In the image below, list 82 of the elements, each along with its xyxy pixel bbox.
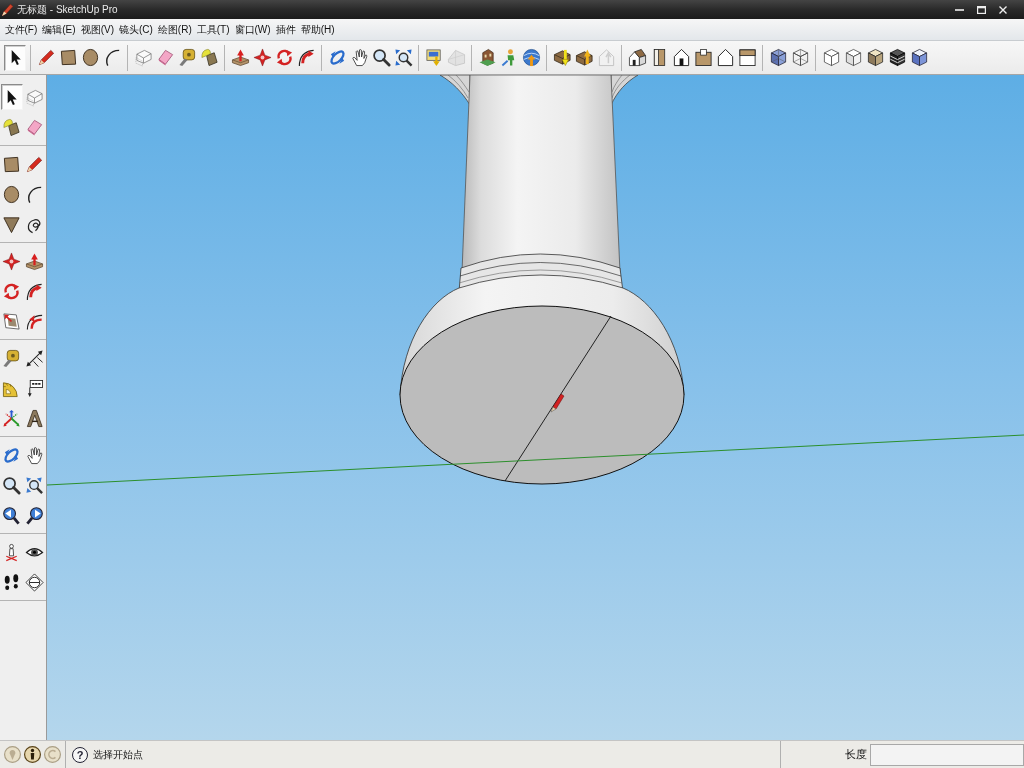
rotate-arrows-icon: [2, 281, 21, 301]
hand-icon: [25, 445, 44, 465]
box-down-arrow-icon: [552, 48, 572, 67]
circle-icon: [80, 48, 100, 67]
orbit-icon: [327, 48, 347, 67]
letter-a-icon: [25, 408, 44, 428]
minimize-icon: [954, 8, 964, 11]
paint-bucket-icon: [199, 48, 219, 67]
building-icon: [477, 48, 497, 67]
eraser-icon: [155, 48, 175, 67]
menu-item[interactable]: 插件: [273, 20, 299, 39]
cube-icon: [909, 48, 929, 67]
striped-cube-icon: [887, 48, 907, 67]
pencil-icon: [25, 154, 44, 174]
menu-item[interactable]: 窗口(W): [232, 20, 274, 39]
window-title: 无标题 - SketchUp Pro: [17, 2, 118, 17]
menu-item[interactable]: 视图(V): [78, 20, 117, 39]
outline-cube-icon: [821, 48, 841, 67]
push-pull-icon: [25, 251, 44, 271]
pencil-cursor-icon: [550, 393, 565, 413]
follow-me-icon: [25, 281, 44, 301]
help-button[interactable]: ?: [72, 746, 88, 763]
zoom-window-icon: [25, 475, 44, 495]
tape-measure-icon: [177, 48, 197, 67]
triangle-icon: [2, 214, 21, 234]
push-pull-icon: [230, 48, 250, 67]
paint-bucket-icon: [2, 117, 21, 137]
maximize-icon: [976, 5, 986, 14]
shaded-cube-icon: [843, 48, 863, 67]
text-label-icon: [25, 378, 44, 398]
dimension-arrows-icon: [25, 348, 44, 368]
axes-icon: [2, 408, 21, 428]
magnifier-right-arrow-icon: [25, 505, 44, 525]
status-hint: 选择开始点: [93, 747, 143, 762]
tape-measure-icon: [2, 348, 21, 368]
house-up-arrow-icon: [596, 48, 616, 67]
pin-circle-icon: [3, 746, 21, 763]
credits-button[interactable]: [22, 743, 42, 766]
component-box-icon: [133, 48, 153, 67]
footprints-icon: [2, 572, 21, 592]
eraser-icon: [25, 117, 44, 137]
pencil-logo-icon: [2, 3, 13, 16]
menu-item[interactable]: 帮助(H): [298, 20, 338, 39]
hand-icon: [349, 48, 369, 67]
zoom-icon: [2, 475, 21, 495]
arc-icon: [25, 184, 44, 204]
rotate-arrows-icon: [274, 48, 294, 67]
circle-icon: [2, 184, 21, 204]
map-down-arrow-icon: [424, 48, 444, 67]
select-tool-button[interactable]: [4, 44, 26, 71]
house-iso-icon: [627, 48, 647, 67]
zoom-icon: [371, 48, 391, 67]
arc-circle-icon: [43, 746, 61, 763]
menu-item[interactable]: 文件(F): [2, 20, 40, 39]
move-arrows-icon: [252, 48, 272, 67]
person-circle-icon: [23, 746, 41, 763]
wireframe-cube-icon: [790, 48, 810, 67]
measurement-label: 长度: [845, 747, 867, 762]
follow-me-icon: [296, 48, 316, 67]
terrain-icon: [446, 48, 466, 67]
magnifier-left-arrow-icon: [2, 505, 21, 525]
house-door-icon: [671, 48, 691, 67]
component-box-icon: [25, 87, 44, 107]
select-tool-button[interactable]: [0, 84, 23, 110]
scale-box-icon: [2, 311, 21, 331]
box-up-arrow-icon: [574, 48, 594, 67]
tan-cube-icon: [865, 48, 885, 67]
close-icon: [999, 5, 1007, 14]
menu-item[interactable]: 编辑(E): [39, 20, 79, 39]
house-outline-icon: [715, 48, 735, 67]
measurement-field[interactable]: [870, 743, 1024, 766]
menu-item[interactable]: 绘图(R): [155, 20, 195, 39]
orbit-icon: [2, 445, 21, 465]
move-arrows-icon: [2, 251, 21, 271]
section-marker-icon: [25, 572, 44, 592]
menu-item[interactable]: 镜头(C): [116, 20, 156, 39]
magnifier-arrows-icon: [393, 48, 413, 67]
menu-item[interactable]: 工具(T): [194, 20, 233, 39]
box-tab-icon: [693, 48, 713, 67]
box-band-icon: [737, 48, 757, 67]
pencil-icon: [36, 48, 56, 67]
translucent-cube-icon: [768, 48, 788, 67]
